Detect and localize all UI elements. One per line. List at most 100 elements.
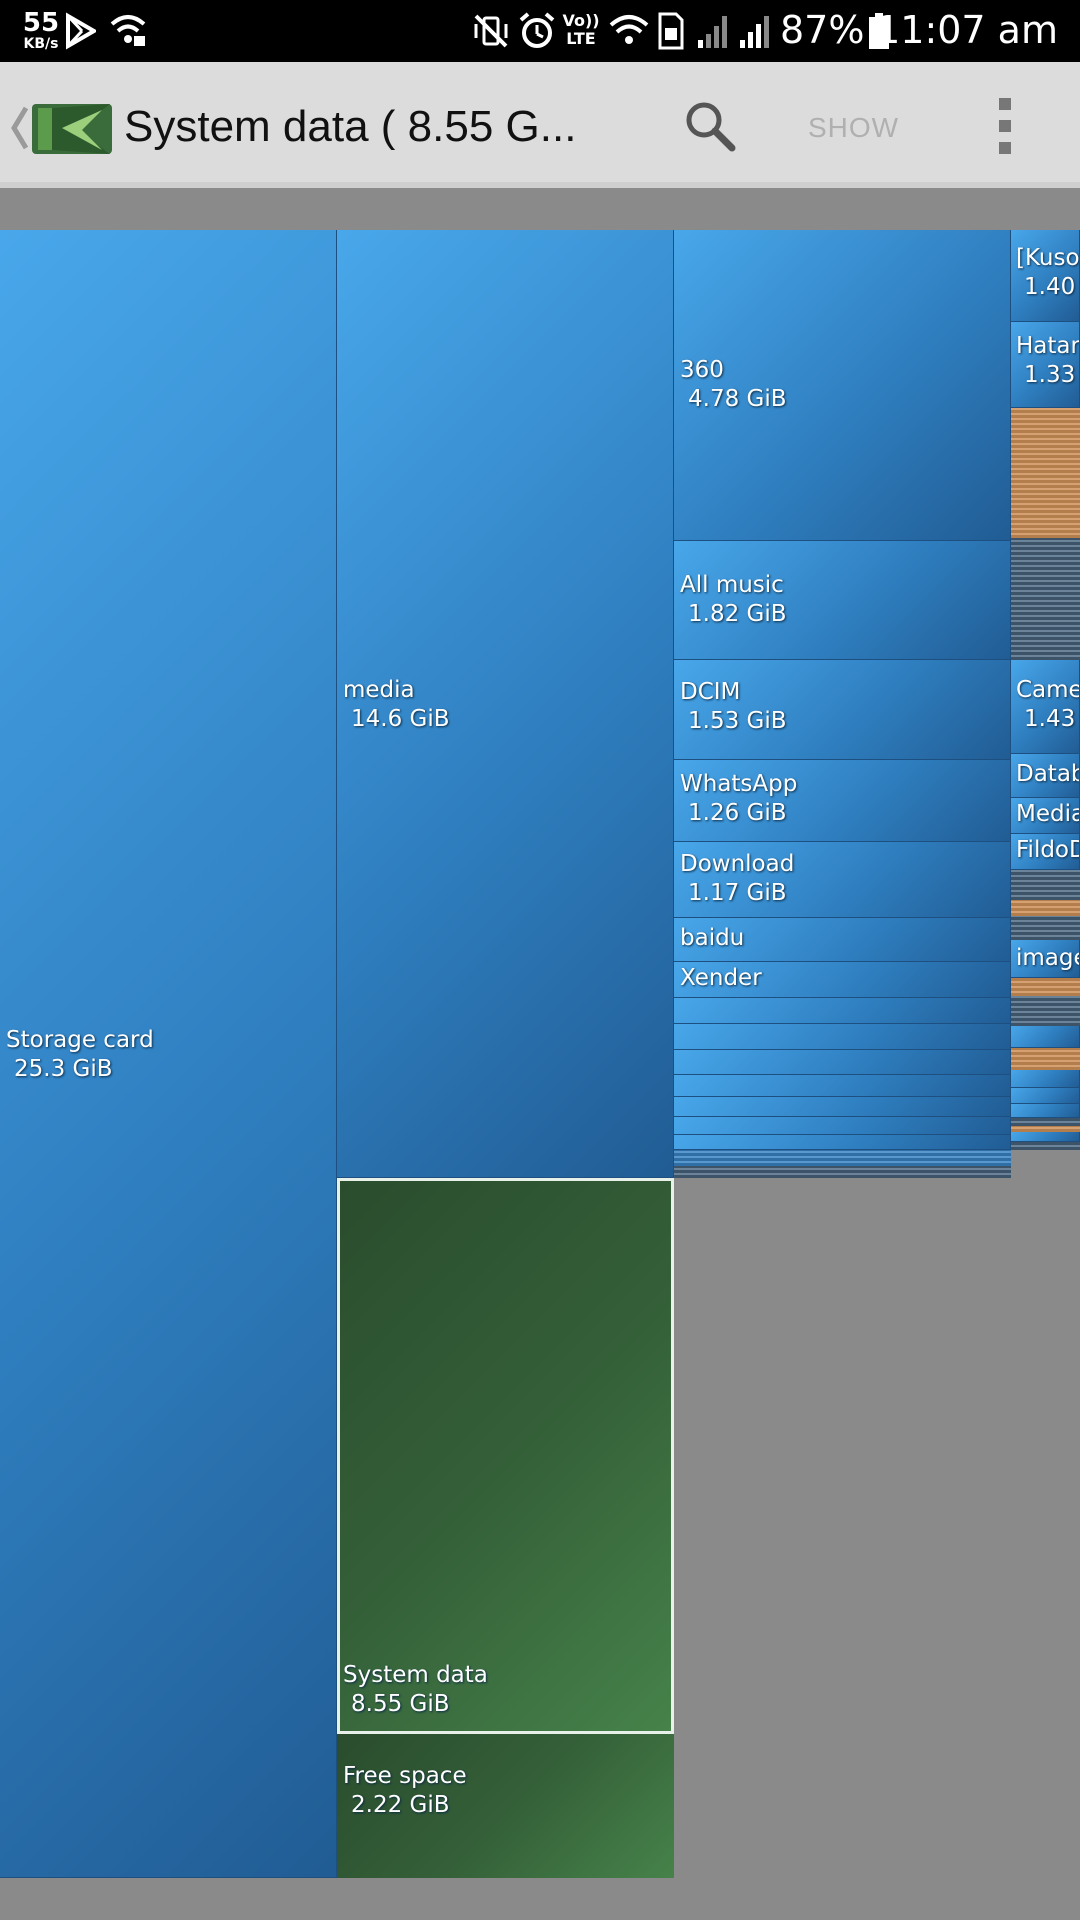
treemap-folder-small[interactable]	[674, 1166, 1011, 1178]
treemap-file[interactable]	[1011, 1048, 1080, 1070]
treemap-free-space[interactable]: Free space 2.22 GiB	[337, 1734, 674, 1878]
treemap-file[interactable]	[1011, 870, 1080, 900]
subfolder-name: Media	[1016, 801, 1080, 827]
alarm-icon	[519, 12, 555, 48]
treemap-subfolder[interactable]	[1011, 1088, 1080, 1104]
free-space-size: 2.22 GiB	[351, 1792, 450, 1818]
free-space-name: Free space	[343, 1763, 467, 1789]
folder-name: Download	[680, 851, 795, 877]
show-button[interactable]: SHOW	[808, 112, 899, 144]
folder-size: 1.26 GiB	[688, 800, 787, 826]
folder-name: DCIM	[680, 679, 741, 705]
treemap-folder-dcim[interactable]: DCIM 1.53 GiB	[674, 660, 1011, 760]
wifi-icon	[609, 15, 649, 44]
network-speed-unit: KB/s	[23, 36, 59, 52]
treemap-file[interactable]	[1011, 978, 1080, 996]
folder-label: 360 4.78 GiB	[680, 356, 787, 414]
treemap-folder-small[interactable]	[674, 1150, 1011, 1166]
treemap-subfolder[interactable]: Hatar 1.33	[1011, 322, 1080, 408]
treemap-folder-download[interactable]: Download 1.17 GiB	[674, 842, 1011, 918]
treemap-subfolder[interactable]	[1011, 1104, 1080, 1118]
treemap-folder-all-music[interactable]: All music 1.82 GiB	[674, 541, 1011, 660]
folder-size: 1.82 GiB	[688, 601, 787, 627]
treemap-subfolder[interactable]	[1011, 1070, 1080, 1088]
treemap-subfolder[interactable]: Media	[1011, 798, 1080, 834]
treemap-subfolder[interactable]: image	[1011, 940, 1080, 978]
folder-name: 360	[680, 357, 724, 383]
system-data-name: System data	[343, 1662, 488, 1688]
signal-icon	[698, 16, 727, 48]
volte-icon: Vo)) LTE	[562, 11, 600, 48]
subfolder-name: image	[1016, 945, 1079, 971]
media-label: media 14.6 GiB	[343, 676, 450, 734]
treemap-subfolder[interactable]	[1011, 1026, 1080, 1048]
treemap-subfolder[interactable]	[1011, 1132, 1080, 1142]
subfolder-size: 1.40	[1024, 274, 1076, 300]
folder-size: 4.78 GiB	[688, 386, 787, 412]
search-icon[interactable]	[680, 96, 740, 156]
network-speed-value: 55	[22, 8, 60, 38]
subfolder-name: Camer	[1016, 677, 1079, 703]
play-store-icon	[66, 12, 96, 50]
treemap-file[interactable]	[1011, 916, 1080, 940]
treemap-file[interactable]	[1011, 538, 1080, 660]
storage-card-label: Storage card 25.3 GiB	[6, 1026, 154, 1084]
battery-percentage: 87%	[780, 8, 865, 52]
treemap-folder-small[interactable]	[674, 1117, 1011, 1135]
subfolder-label: Camer 1.43	[1016, 676, 1079, 734]
subfolder-size: 1.33	[1024, 362, 1076, 388]
treemap-folder-small[interactable]	[674, 1135, 1011, 1150]
storage-treemap: Storage card 25.3 GiB media 14.6 GiB Sys…	[0, 230, 1080, 1878]
app-logo-icon[interactable]	[32, 100, 112, 156]
folder-label: WhatsApp 1.26 GiB	[680, 770, 797, 828]
treemap-subfolder[interactable]: Datab	[1011, 754, 1080, 798]
sim-icon	[658, 12, 684, 50]
treemap-subfolder[interactable]: Camer 1.43	[1011, 660, 1080, 754]
treemap-media[interactable]: media 14.6 GiB	[337, 230, 674, 1178]
treemap-folder-xender[interactable]: Xender	[674, 962, 1011, 998]
folder-label: Download 1.17 GiB	[680, 850, 794, 908]
system-data-size: 8.55 GiB	[351, 1691, 450, 1717]
back-chevron-icon[interactable]	[10, 106, 30, 150]
free-space-label: Free space 2.22 GiB	[343, 1762, 467, 1820]
treemap-folder-small[interactable]	[674, 1024, 1011, 1050]
signal-icon	[740, 16, 769, 48]
media-name: media	[343, 677, 415, 703]
folder-name: baidu	[680, 925, 745, 951]
treemap-file[interactable]	[1011, 1142, 1080, 1150]
wifi-lock-icon	[110, 15, 146, 46]
app-toolbar: System data ( 8.55 G... SHOW	[0, 62, 1080, 186]
treemap-subfolder[interactable]: FildoD	[1011, 834, 1080, 870]
storage-card-name: Storage card	[6, 1027, 154, 1053]
treemap-system-data[interactable]: System data 8.55 GiB	[337, 1178, 674, 1734]
network-speed: 55 KB/s	[16, 10, 66, 51]
subfolder-label: Hatar 1.33	[1016, 332, 1079, 390]
toolbar-shadow	[0, 182, 1080, 188]
system-data-label: System data 8.55 GiB	[343, 1661, 488, 1719]
treemap-file[interactable]	[1011, 900, 1080, 916]
page-title: System data ( 8.55 G...	[124, 102, 577, 151]
folder-name: WhatsApp	[680, 771, 798, 797]
folder-label: DCIM 1.53 GiB	[680, 678, 787, 736]
treemap-folder-baidu[interactable]: baidu	[674, 918, 1011, 962]
treemap-folder-small[interactable]	[674, 998, 1011, 1024]
subfolder-name: [Kuso	[1016, 245, 1080, 271]
subfolder-name: Datab	[1016, 761, 1080, 787]
folder-name: All music	[680, 572, 784, 598]
media-size: 14.6 GiB	[351, 706, 450, 732]
clock: 11:07 am	[876, 8, 1058, 52]
more-vert-icon[interactable]	[990, 98, 1020, 158]
treemap-folder-whatsapp[interactable]: WhatsApp 1.26 GiB	[674, 760, 1011, 842]
storage-card-size: 25.3 GiB	[14, 1056, 113, 1082]
subfolder-name: FildoD	[1016, 837, 1080, 863]
treemap-file[interactable]	[1011, 996, 1080, 1026]
treemap-folder-small[interactable]	[674, 1050, 1011, 1075]
treemap-folder-small[interactable]	[674, 1097, 1011, 1117]
treemap-subfolder[interactable]: [Kuso 1.40	[1011, 230, 1080, 322]
treemap-file[interactable]	[1011, 408, 1080, 538]
treemap-folder-small[interactable]	[674, 1075, 1011, 1097]
treemap-folder-360[interactable]: 360 4.78 GiB	[674, 230, 1011, 541]
treemap-file[interactable]	[1011, 1118, 1080, 1126]
subfolder-label: [Kuso 1.40	[1016, 244, 1080, 302]
treemap-storage-card[interactable]: Storage card 25.3 GiB	[0, 230, 337, 1878]
